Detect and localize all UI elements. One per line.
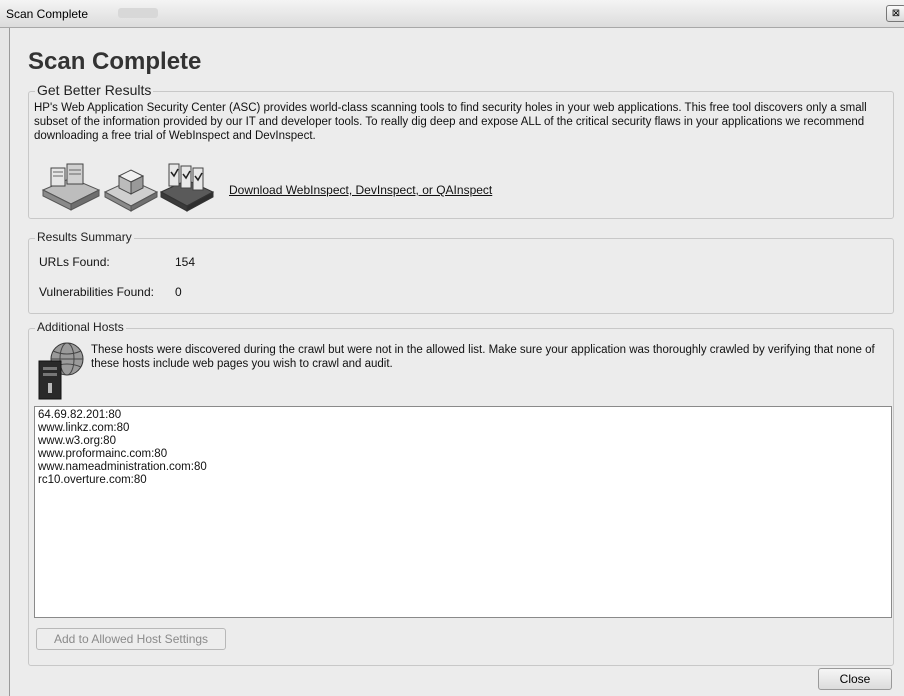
results-summary-legend: Results Summary <box>35 230 134 244</box>
window-close-icon[interactable]: ⊠ <box>886 5 904 22</box>
close-button[interactable]: Close <box>818 668 892 690</box>
results-summary-group: Results Summary URLs Found: 154 Vulnerab… <box>28 230 894 314</box>
page-title: Scan Complete <box>28 48 202 75</box>
window-title: Scan Complete <box>6 7 89 21</box>
get-better-results-legend: Get Better Results <box>35 82 154 98</box>
urls-found-value: 154 <box>175 255 196 269</box>
additional-hosts-legend: Additional Hosts <box>35 320 126 334</box>
vulnerabilities-found-value: 0 <box>175 285 182 299</box>
additional-hosts-list[interactable]: 64.69.82.201:80 www.linkz.com:80 www.w3.or… <box>34 406 892 618</box>
download-link[interactable]: Download WebInspect, DevInspect, or QAIn… <box>229 183 492 197</box>
get-better-results-group: Get Better Results HP's Web Application … <box>28 82 894 219</box>
host-list-item[interactable]: rc10.overture.com:80 <box>38 474 888 487</box>
host-list-item[interactable]: www.w3.org:80 <box>38 435 888 448</box>
vulnerabilities-found-label: Vulnerabilities Found: <box>39 285 154 299</box>
webinspect-icon <box>41 163 101 211</box>
additional-hosts-description: These hosts were discovered during the c… <box>91 344 875 370</box>
qainspect-icon <box>159 163 215 212</box>
title-bar: Scan Complete ⊠ <box>0 0 904 28</box>
add-to-allowed-hosts-button[interactable]: Add to Allowed Host Settings <box>36 628 226 650</box>
host-list-item[interactable]: www.proformainc.com:80 <box>38 448 888 461</box>
host-list-item[interactable]: 64.69.82.201:80 <box>38 409 888 422</box>
urls-found-label: URLs Found: <box>39 255 110 269</box>
devinspect-icon <box>103 169 159 212</box>
server-globe-icon <box>38 342 84 400</box>
host-list-item[interactable]: www.linkz.com:80 <box>38 422 888 435</box>
blurred-title-area <box>118 8 158 18</box>
dialog-body: Scan Complete Get Better Results HP's We… <box>9 28 904 696</box>
host-list-item[interactable]: www.nameadministration.com:80 <box>38 461 888 474</box>
get-better-results-description: HP's Web Application Security Center (AS… <box>34 102 867 142</box>
